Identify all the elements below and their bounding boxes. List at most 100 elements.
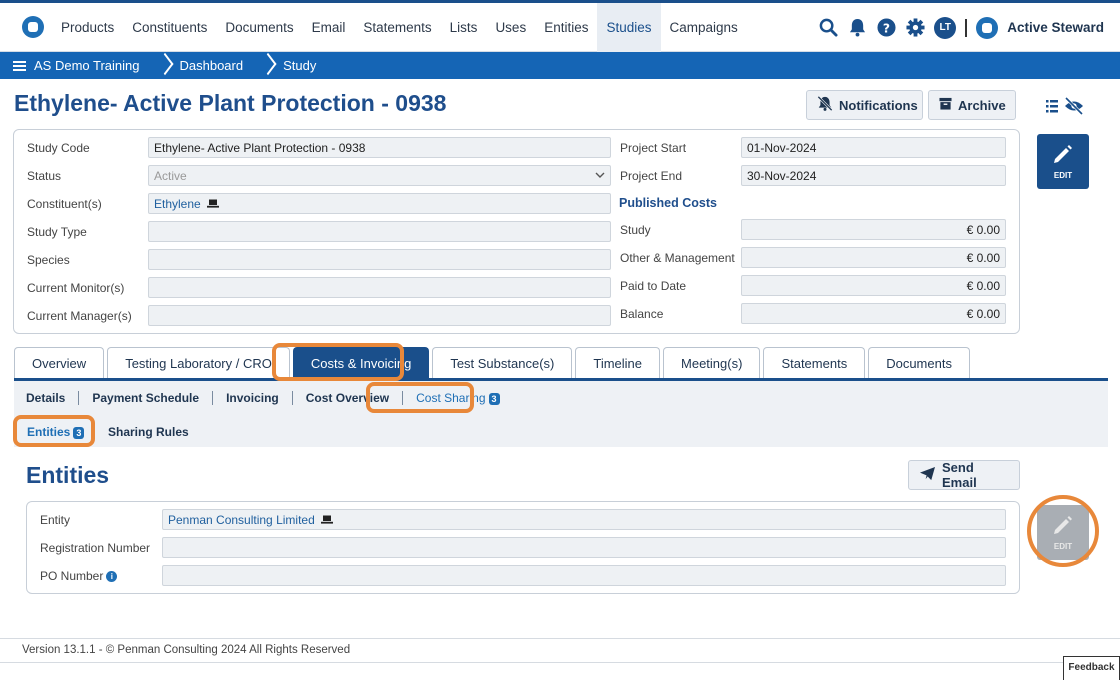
feedback-button[interactable]: Feedback xyxy=(1063,656,1120,680)
entities-heading: Entities xyxy=(26,462,110,488)
nav-lists[interactable]: Lists xyxy=(441,3,487,52)
subtab-entities[interactable]: Entities 3 xyxy=(27,425,85,439)
footer-divider xyxy=(0,638,1120,639)
tab-testing-laboratory[interactable]: Testing Laboratory / CRO xyxy=(107,347,290,379)
po-number-field xyxy=(162,565,1006,586)
project-end-field: 30-Nov-2024 xyxy=(741,165,1006,186)
nav-statements[interactable]: Statements xyxy=(354,3,440,52)
cost-other-label: Other & Management xyxy=(620,251,735,265)
tab-statements[interactable]: Statements xyxy=(763,347,866,379)
edit-label: EDIT xyxy=(1053,171,1073,180)
study-type-label: Study Type xyxy=(27,225,87,239)
user-avatar[interactable]: LT xyxy=(934,16,957,39)
nav-campaigns[interactable]: Campaigns xyxy=(661,3,747,52)
constituents-field: Ethylene xyxy=(148,193,611,214)
species-field xyxy=(148,249,611,270)
tab-costs-invoicing[interactable]: Costs & Invoicing xyxy=(292,347,430,379)
laptop-icon[interactable] xyxy=(207,197,220,211)
chevron-down-icon xyxy=(595,169,605,183)
entity-label: Entity xyxy=(40,513,71,527)
cost-study-label: Study xyxy=(620,223,651,237)
search-icon[interactable] xyxy=(818,18,838,38)
tab-documents[interactable]: Documents xyxy=(868,347,970,379)
help-icon[interactable]: ? xyxy=(876,18,896,38)
footer-text: Version 13.1.1 - © Penman Consulting 202… xyxy=(22,644,351,656)
entity-edit-button[interactable]: EDIT xyxy=(1037,505,1089,560)
archive-button[interactable]: Archive xyxy=(928,90,1016,120)
current-manager-field xyxy=(148,305,611,326)
entity-field: Penman Consulting Limited xyxy=(162,509,1006,530)
project-start-label: Project Start xyxy=(620,141,687,155)
laptop-icon[interactable] xyxy=(321,513,334,527)
archive-label: Archive xyxy=(958,97,1006,113)
bell-icon[interactable] xyxy=(847,18,867,38)
nav-email[interactable]: Email xyxy=(303,3,355,52)
list-hide-icon[interactable] xyxy=(1044,96,1084,116)
pencil-icon xyxy=(1052,143,1074,167)
nav-studies[interactable]: Studies xyxy=(597,3,661,52)
study-code-field: Ethylene- Active Plant Protection - 0938 xyxy=(148,137,611,158)
svg-text:?: ? xyxy=(883,21,890,35)
chevron-right-icon xyxy=(158,52,172,79)
main-nav: Products Constituents Documents Email St… xyxy=(52,3,747,52)
subtab-sharing-rules[interactable]: Sharing Rules xyxy=(108,425,189,439)
brand-name: Active Steward xyxy=(1007,20,1104,35)
nav-uses[interactable]: Uses xyxy=(486,3,535,52)
divider xyxy=(965,18,968,37)
chevron-right-icon xyxy=(261,52,275,79)
published-costs-heading: Published Costs xyxy=(619,196,717,210)
send-email-label: Send Email xyxy=(942,460,977,490)
pencil-icon xyxy=(1052,514,1074,538)
status-value: Active xyxy=(154,169,187,183)
po-number-text: PO Number xyxy=(40,569,104,583)
footer-divider-bottom xyxy=(0,662,1120,663)
subtab-cost-overview[interactable]: Cost Overview xyxy=(293,391,404,405)
info-icon[interactable]: i xyxy=(106,571,118,582)
page-title: Ethylene- Active Plant Protection - 0938 xyxy=(14,90,447,116)
tab-overview[interactable]: Overview xyxy=(14,347,105,379)
status-select[interactable]: Active xyxy=(148,165,611,186)
send-email-button[interactable]: Send Email xyxy=(908,460,1020,490)
study-edit-button[interactable]: EDIT xyxy=(1037,134,1089,189)
project-end-label: Project End xyxy=(620,169,683,183)
gear-icon[interactable] xyxy=(905,18,925,38)
tab-test-substances[interactable]: Test Substance(s) xyxy=(432,347,573,379)
breadcrumb-dashboard[interactable]: Dashboard xyxy=(172,58,262,73)
study-code-label: Study Code xyxy=(27,141,90,155)
po-number-label: PO Number i xyxy=(40,569,118,583)
constituents-label: Constituent(s) xyxy=(27,197,102,211)
breadcrumb-study: Study xyxy=(283,58,317,73)
menu-icon[interactable] xyxy=(13,60,26,71)
cost-sharing-label: Cost Sharing xyxy=(416,391,486,405)
tab-meetings[interactable]: Meeting(s) xyxy=(663,347,761,379)
study-tabs: Overview Testing Laboratory / CRO Costs … xyxy=(14,347,970,379)
app-logo-icon[interactable] xyxy=(22,16,44,38)
nav-constituents[interactable]: Constituents xyxy=(123,3,216,52)
constituent-link[interactable]: Ethylene xyxy=(154,197,201,211)
breadcrumb-home[interactable]: AS Demo Training xyxy=(26,58,158,73)
brand-logo-icon xyxy=(976,16,999,39)
bell-slash-icon xyxy=(817,95,833,114)
entities-tab-label: Entities xyxy=(27,425,71,439)
entities-count-badge: 3 xyxy=(73,427,85,439)
breadcrumb: AS Demo Training Dashboard Study xyxy=(0,52,1120,79)
subtab-cost-sharing[interactable]: Cost Sharing 3 xyxy=(403,391,512,405)
nav-products[interactable]: Products xyxy=(52,3,123,52)
nav-documents[interactable]: Documents xyxy=(216,3,302,52)
top-navigation: Products Constituents Documents Email St… xyxy=(0,0,1120,52)
entity-link[interactable]: Penman Consulting Limited xyxy=(168,513,315,527)
subtab-invoicing[interactable]: Invoicing xyxy=(213,391,293,405)
current-monitor-label: Current Monitor(s) xyxy=(27,281,125,295)
project-start-field: 01-Nov-2024 xyxy=(741,137,1006,158)
nav-entities[interactable]: Entities xyxy=(535,3,597,52)
species-label: Species xyxy=(27,253,70,267)
paid-to-date-field: € 0.00 xyxy=(741,275,1006,296)
notifications-label: Notifications xyxy=(839,97,918,113)
subtab-payment-schedule[interactable]: Payment Schedule xyxy=(79,391,214,405)
notifications-button[interactable]: Notifications xyxy=(806,90,923,120)
registration-number-field xyxy=(162,537,1006,558)
cost-sharing-count-badge: 3 xyxy=(488,393,500,405)
subtab-details[interactable]: Details xyxy=(26,391,80,405)
tab-timeline[interactable]: Timeline xyxy=(575,347,661,379)
paid-to-date-label: Paid to Date xyxy=(620,279,687,293)
